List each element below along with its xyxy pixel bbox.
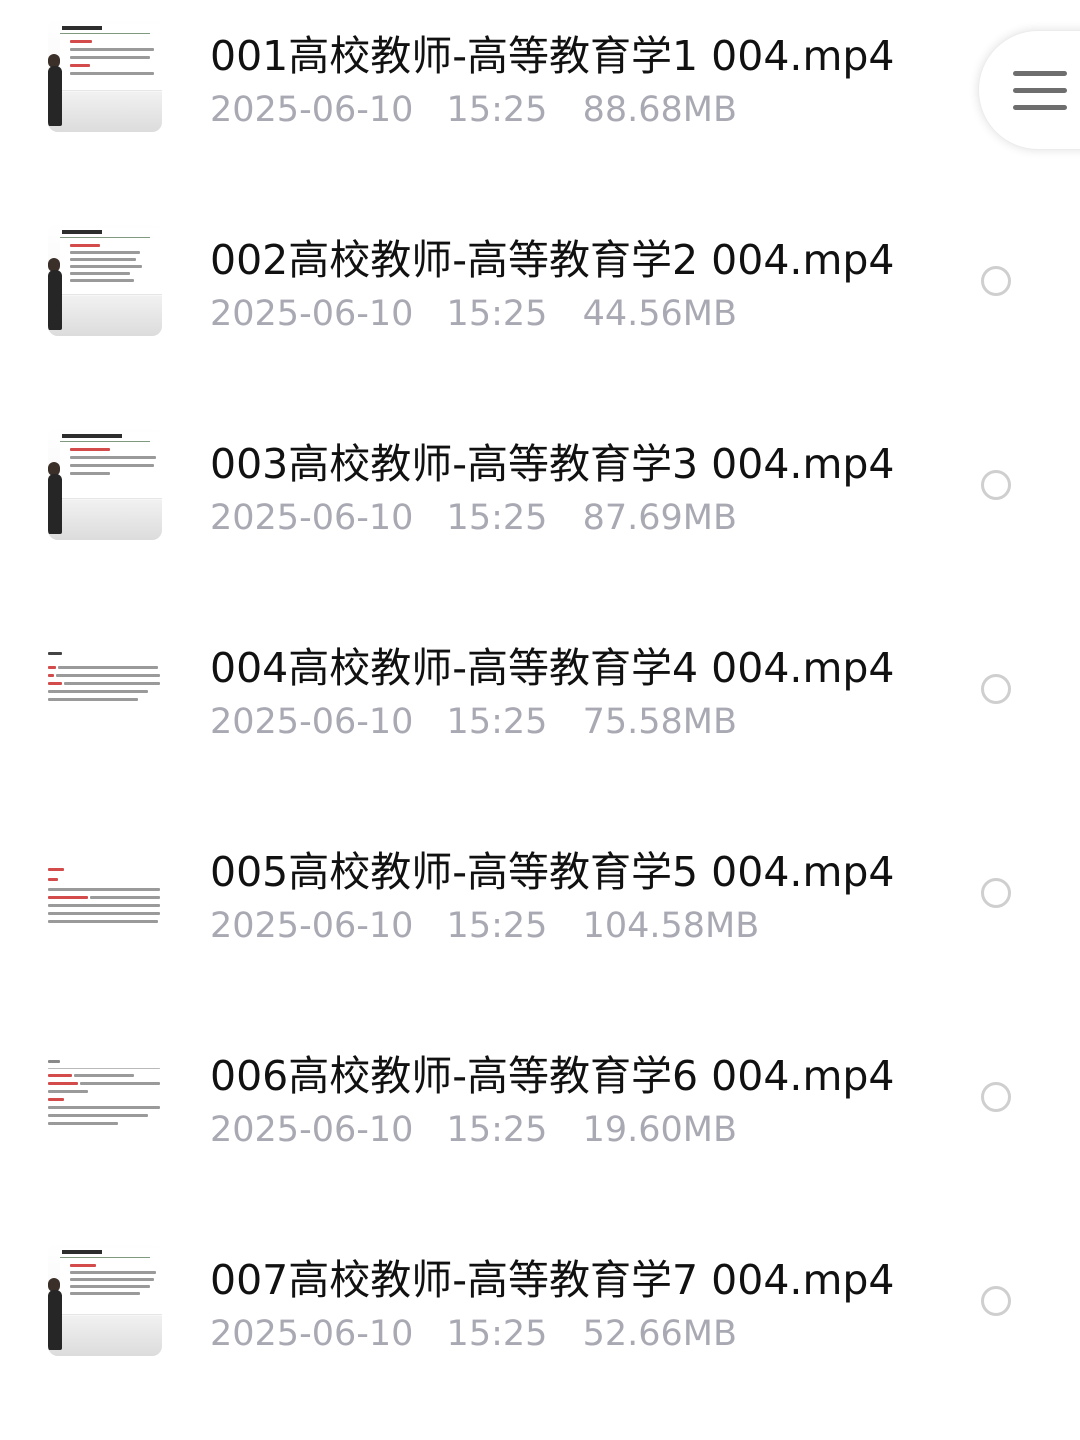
select-radio[interactable] bbox=[981, 878, 1011, 908]
video-thumbnail bbox=[48, 1242, 162, 1356]
file-time: 15:25 bbox=[446, 1110, 548, 1150]
file-meta: 2025-06-10 15:25 75.58MB bbox=[210, 702, 737, 742]
file-name: 004高校教师-高等教育学4 004.mp4 bbox=[210, 644, 895, 692]
menu-lines-icon bbox=[1013, 71, 1067, 111]
file-date: 2025-06-10 bbox=[210, 90, 414, 130]
file-time: 15:25 bbox=[446, 90, 548, 130]
file-meta: 2025-06-10 15:25 88.68MB bbox=[210, 90, 737, 130]
file-date: 2025-06-10 bbox=[210, 702, 414, 742]
list-item[interactable]: 003高校教师-高等教育学3 004.mp4 2025-06-10 15:25 … bbox=[0, 408, 1080, 612]
file-date: 2025-06-10 bbox=[210, 1110, 414, 1150]
list-item[interactable]: 005高校教师-高等教育学5 004.mp4 2025-06-10 15:25 … bbox=[0, 816, 1080, 1020]
video-thumbnail bbox=[48, 834, 162, 948]
list-item[interactable]: 001高校教师-高等教育学1 004.mp4 2025-06-10 15:25 … bbox=[0, 0, 1080, 204]
list-item[interactable]: 006高校教师-高等教育学6 004.mp4 2025-06-10 15:25 … bbox=[0, 1020, 1080, 1224]
file-size: 44.56MB bbox=[582, 294, 737, 334]
file-time: 15:25 bbox=[446, 498, 548, 538]
video-thumbnail bbox=[48, 222, 162, 336]
file-date: 2025-06-10 bbox=[210, 498, 414, 538]
file-time: 15:25 bbox=[446, 294, 548, 334]
file-meta: 2025-06-10 15:25 52.66MB bbox=[210, 1314, 737, 1354]
file-name: 002高校教师-高等教育学2 004.mp4 bbox=[210, 236, 895, 284]
select-radio[interactable] bbox=[981, 470, 1011, 500]
select-radio[interactable] bbox=[981, 1286, 1011, 1316]
file-size: 104.58MB bbox=[582, 906, 760, 946]
file-size: 88.68MB bbox=[582, 90, 737, 130]
video-thumbnail bbox=[48, 426, 162, 540]
file-time: 15:25 bbox=[446, 906, 548, 946]
select-radio[interactable] bbox=[981, 266, 1011, 296]
select-radio[interactable] bbox=[981, 674, 1011, 704]
select-radio[interactable] bbox=[981, 1082, 1011, 1112]
file-size: 19.60MB bbox=[582, 1110, 737, 1150]
list-item[interactable]: 002高校教师-高等教育学2 004.mp4 2025-06-10 15:25 … bbox=[0, 204, 1080, 408]
file-date: 2025-06-10 bbox=[210, 294, 414, 334]
file-meta: 2025-06-10 15:25 19.60MB bbox=[210, 1110, 737, 1150]
file-name: 007高校教师-高等教育学7 004.mp4 bbox=[210, 1256, 895, 1304]
file-meta: 2025-06-10 15:25 44.56MB bbox=[210, 294, 737, 334]
video-thumbnail bbox=[48, 1038, 162, 1152]
file-size: 75.58MB bbox=[582, 702, 737, 742]
file-name: 006高校教师-高等教育学6 004.mp4 bbox=[210, 1052, 895, 1100]
file-name: 003高校教师-高等教育学3 004.mp4 bbox=[210, 440, 895, 488]
file-list: 001高校教师-高等教育学1 004.mp4 2025-06-10 15:25 … bbox=[0, 0, 1080, 1440]
file-size: 52.66MB bbox=[582, 1314, 737, 1354]
file-size: 87.69MB bbox=[582, 498, 737, 538]
file-meta: 2025-06-10 15:25 87.69MB bbox=[210, 498, 737, 538]
list-item[interactable]: 007高校教师-高等教育学7 004.mp4 2025-06-10 15:25 … bbox=[0, 1224, 1080, 1428]
file-time: 15:25 bbox=[446, 702, 548, 742]
list-item[interactable]: 004高校教师-高等教育学4 004.mp4 2025-06-10 15:25 … bbox=[0, 612, 1080, 816]
file-meta: 2025-06-10 15:25 104.58MB bbox=[210, 906, 759, 946]
file-name: 001高校教师-高等教育学1 004.mp4 bbox=[210, 32, 895, 80]
video-thumbnail bbox=[48, 18, 162, 132]
file-name: 005高校教师-高等教育学5 004.mp4 bbox=[210, 848, 895, 896]
file-time: 15:25 bbox=[446, 1314, 548, 1354]
video-thumbnail bbox=[48, 630, 162, 744]
file-date: 2025-06-10 bbox=[210, 906, 414, 946]
file-date: 2025-06-10 bbox=[210, 1314, 414, 1354]
